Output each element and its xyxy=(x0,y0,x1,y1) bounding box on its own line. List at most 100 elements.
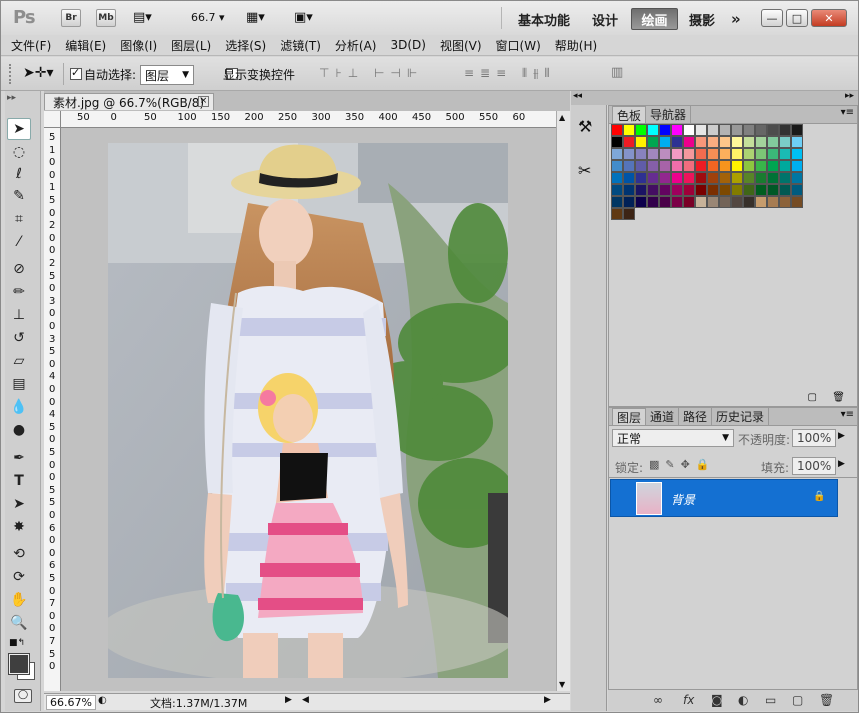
color-swatch[interactable] xyxy=(611,148,623,160)
scroll-left-icon[interactable]: ◀ xyxy=(302,695,309,705)
crop-tool[interactable]: ⌗ xyxy=(7,208,31,230)
menu-select[interactable]: 选择(S) xyxy=(225,37,266,54)
move-tool[interactable]: ➤ xyxy=(7,118,31,140)
new-swatch-icon[interactable]: ▢ xyxy=(808,392,817,403)
color-swatch[interactable] xyxy=(719,196,731,208)
color-swatch[interactable] xyxy=(719,184,731,196)
color-swatch[interactable] xyxy=(755,196,767,208)
color-swatch[interactable] xyxy=(635,184,647,196)
auto-select-dropdown[interactable]: 图层 ▼ xyxy=(140,65,194,85)
color-swatch[interactable] xyxy=(611,160,623,172)
color-swatch[interactable] xyxy=(743,124,755,136)
tool-preset-picker[interactable]: ➤✛▾ xyxy=(23,65,54,81)
color-swatch[interactable] xyxy=(767,172,779,184)
auto-align-button[interactable]: ▥ xyxy=(611,65,623,80)
lock-buttons[interactable]: ▩✎✥🔒 xyxy=(649,458,716,471)
menu-file[interactable]: 文件(F) xyxy=(11,37,51,54)
tab-swatches[interactable]: 色板 xyxy=(612,106,647,123)
color-swatch[interactable] xyxy=(647,136,659,148)
panel-menu-icon[interactable]: ▾≡ xyxy=(841,107,854,118)
color-swatch[interactable] xyxy=(731,124,743,136)
color-swatch[interactable] xyxy=(671,184,683,196)
color-swatch[interactable] xyxy=(623,172,635,184)
menu-view[interactable]: 视图(V) xyxy=(440,37,482,54)
color-swatch[interactable] xyxy=(635,172,647,184)
brush-tool[interactable]: ✏ xyxy=(7,281,31,303)
new-layer-icon[interactable]: ▢ xyxy=(792,693,803,707)
color-swatch[interactable] xyxy=(743,160,755,172)
color-swatch[interactable] xyxy=(707,136,719,148)
status-info-icon[interactable]: ◐ xyxy=(98,695,107,706)
document-tab[interactable]: 素材.jpg @ 66.7%(RGB/8) × xyxy=(44,93,214,110)
menu-3d[interactable]: 3D(D) xyxy=(390,38,425,52)
type-tool[interactable]: T xyxy=(7,470,31,492)
color-swatch[interactable] xyxy=(707,184,719,196)
color-swatch[interactable] xyxy=(611,196,623,208)
color-swatch[interactable] xyxy=(791,184,803,196)
color-swatch[interactable] xyxy=(707,160,719,172)
layer-mask-icon[interactable]: ◙ xyxy=(711,693,723,707)
vertical-scrollbar[interactable]: ▲ ▼ xyxy=(556,111,570,691)
tab-navigator[interactable]: 导航器 xyxy=(646,106,692,123)
default-colors-icon[interactable]: ■↰ xyxy=(9,638,25,648)
color-swatch[interactable] xyxy=(671,124,683,136)
toolbox-collapse-icon[interactable]: ▸▸ xyxy=(7,93,16,103)
color-swatch[interactable] xyxy=(695,172,707,184)
menu-edit[interactable]: 编辑(E) xyxy=(65,37,106,54)
zoom-tool[interactable]: 🔍 xyxy=(7,612,31,634)
color-swatch[interactable] xyxy=(623,208,635,220)
color-swatch[interactable] xyxy=(671,160,683,172)
color-swatch[interactable] xyxy=(755,136,767,148)
restore-button[interactable]: □ xyxy=(786,9,808,27)
color-swatch[interactable] xyxy=(623,124,635,136)
color-swatch[interactable] xyxy=(611,124,623,136)
color-swatch[interactable] xyxy=(767,160,779,172)
shape-tool[interactable]: ✸ xyxy=(7,516,31,538)
color-swatch[interactable] xyxy=(779,184,791,196)
color-swatch[interactable] xyxy=(791,172,803,184)
lasso-tool[interactable]: ℓ xyxy=(7,163,31,185)
color-swatch[interactable] xyxy=(695,148,707,160)
color-swatch[interactable] xyxy=(767,184,779,196)
hand-tool[interactable]: ✋ xyxy=(7,589,31,611)
color-swatch[interactable] xyxy=(611,184,623,196)
color-swatch[interactable] xyxy=(767,124,779,136)
color-swatch[interactable] xyxy=(719,148,731,160)
delete-layer-icon[interactable]: 🗑 xyxy=(819,693,834,707)
color-swatch[interactable] xyxy=(623,160,635,172)
screen-mode-dropdown[interactable]: ▣▾ xyxy=(294,10,313,25)
color-swatch[interactable] xyxy=(671,148,683,160)
color-swatch[interactable] xyxy=(755,148,767,160)
pen-tool[interactable]: ✒ xyxy=(7,447,31,469)
color-swatch[interactable] xyxy=(719,172,731,184)
color-swatch[interactable] xyxy=(791,136,803,148)
color-swatch[interactable] xyxy=(731,172,743,184)
color-swatch[interactable] xyxy=(647,184,659,196)
color-swatch[interactable] xyxy=(623,196,635,208)
tab-paths[interactable]: 路径 xyxy=(679,408,713,425)
color-swatch[interactable] xyxy=(683,160,695,172)
color-swatch[interactable] xyxy=(779,148,791,160)
delete-swatch-icon[interactable]: 🗑 xyxy=(832,392,845,403)
menu-analysis[interactable]: 分析(A) xyxy=(335,37,377,54)
color-swatch[interactable] xyxy=(635,196,647,208)
color-swatch[interactable] xyxy=(683,148,695,160)
color-swatch[interactable] xyxy=(659,160,671,172)
color-swatch[interactable] xyxy=(695,136,707,148)
layer-thumbnail[interactable] xyxy=(636,482,662,515)
color-swatch[interactable] xyxy=(791,124,803,136)
color-swatch[interactable] xyxy=(707,196,719,208)
clone-stamp-tool[interactable]: ⊥ xyxy=(7,304,31,326)
workspace-design[interactable]: 设计 xyxy=(592,10,618,29)
color-swatch[interactable] xyxy=(743,148,755,160)
color-swatch[interactable] xyxy=(647,196,659,208)
color-swatch[interactable] xyxy=(731,136,743,148)
color-swatch[interactable] xyxy=(791,148,803,160)
color-swatch[interactable] xyxy=(671,196,683,208)
color-swatch[interactable] xyxy=(635,136,647,148)
color-swatch[interactable] xyxy=(731,148,743,160)
layer-name[interactable]: 背景 xyxy=(671,491,695,508)
color-swatch[interactable] xyxy=(707,172,719,184)
color-swatch[interactable] xyxy=(659,124,671,136)
scroll-up-icon[interactable]: ▲ xyxy=(559,113,565,122)
